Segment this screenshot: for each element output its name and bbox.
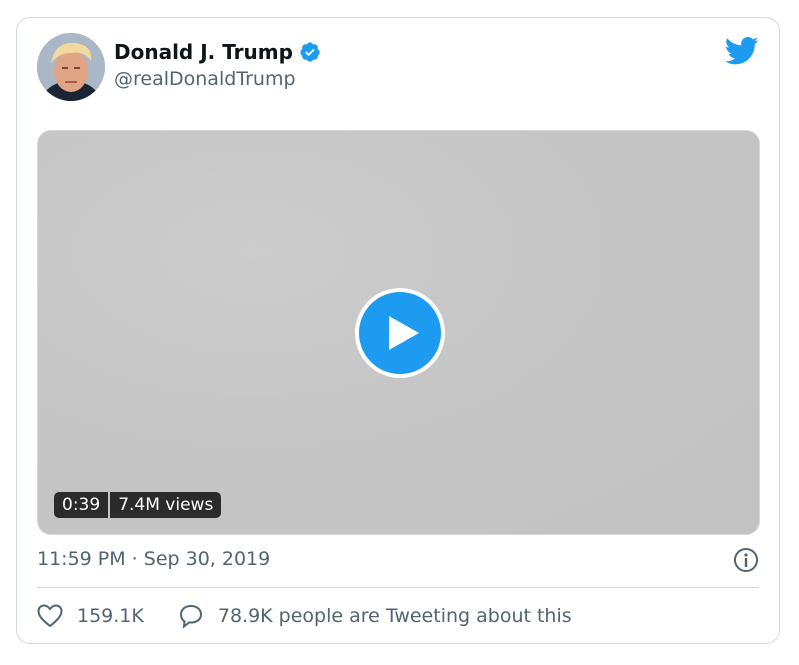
divider xyxy=(37,587,759,588)
like-button[interactable]: 159.1K xyxy=(37,604,144,628)
heart-icon xyxy=(37,604,63,628)
tweet-timestamp[interactable]: 11:59 PM · Sep 30, 2019 xyxy=(37,548,270,570)
like-count: 159.1K xyxy=(77,605,144,627)
video-duration: 0:39 xyxy=(54,492,109,518)
info-icon[interactable] xyxy=(733,547,759,573)
author-handle[interactable]: @realDonaldTrump xyxy=(114,68,296,90)
reply-text: 78.9K people are Tweeting about this xyxy=(217,605,572,627)
verified-badge-icon xyxy=(300,42,320,62)
reply-bubble-icon xyxy=(179,604,202,629)
twitter-bird-icon[interactable] xyxy=(725,36,759,66)
avatar[interactable] xyxy=(37,33,105,101)
play-icon xyxy=(389,316,419,350)
video-views: 7.4M views xyxy=(110,492,222,518)
video-player[interactable]: 0:39 7.4M views xyxy=(37,130,760,535)
reply-button[interactable]: 78.9K people are Tweeting about this xyxy=(178,603,572,629)
tweet-card[interactable]: Donald J. Trump @realDonaldTrump 0:39 7.… xyxy=(16,17,780,644)
author-name[interactable]: Donald J. Trump xyxy=(114,40,293,64)
play-button[interactable] xyxy=(355,288,445,378)
